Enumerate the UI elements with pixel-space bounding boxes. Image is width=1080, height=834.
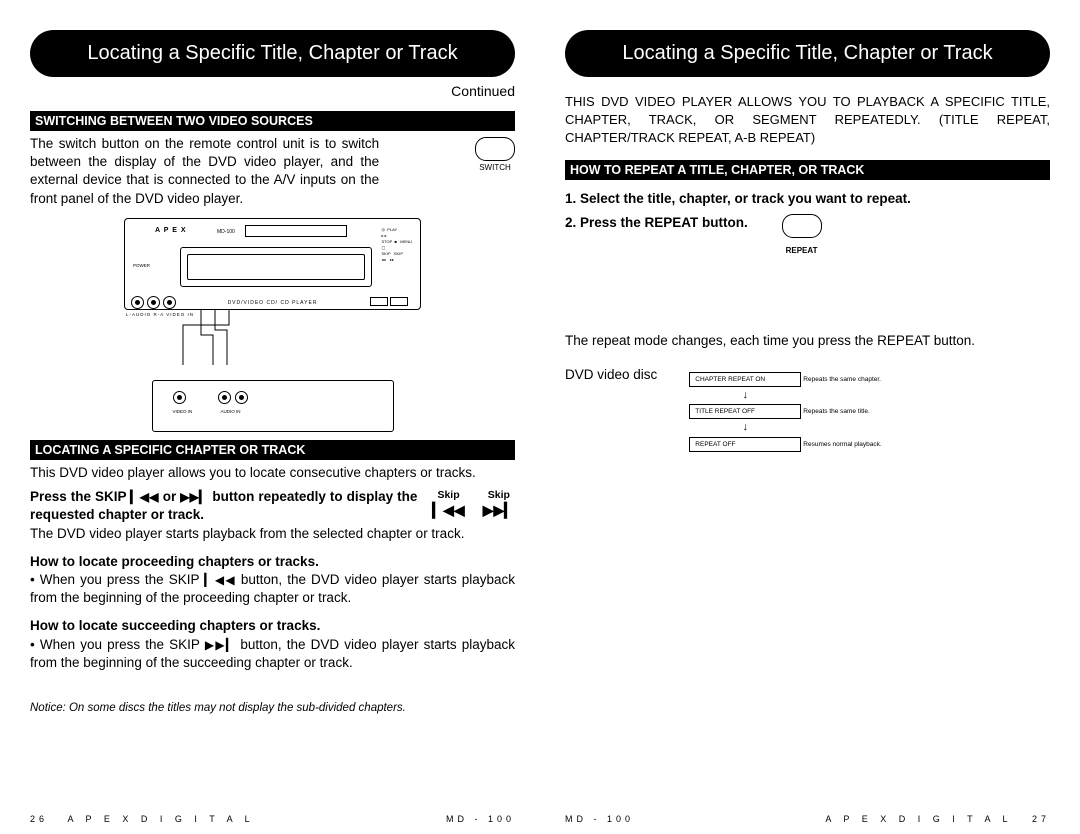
section-heading-repeat: HOW TO REPEAT A TITLE, CHAPTER, OR TRACK (565, 160, 1050, 180)
skip-result: The DVD video player starts playback fro… (30, 525, 515, 543)
skip-instruction: Skip▎◀◀ Skip▶▶▎ Press the SKIP ▎◀◀ or ▶▶… (30, 488, 515, 524)
sub2-body: • When you press the SKIP ▶▶▎ button, th… (30, 636, 515, 672)
footer-right: MD - 100 A P E X D I G I T A L 27 (565, 814, 1050, 824)
repeat-button-illustration: REPEAT (782, 214, 822, 258)
switching-body: SWITCH The switch button on the remote c… (30, 135, 515, 208)
notice: Notice: On some discs the titles may not… (30, 702, 515, 714)
sub1-body: • When you press the SKIP ▎◀◀ button, th… (30, 571, 515, 607)
disc-label: DVD video disc (565, 366, 657, 384)
external-device-diagram: VIDEO IN AUDIO IN (152, 380, 394, 432)
repeat-result: The repeat mode changes, each time you p… (565, 332, 1050, 350)
dvd-player-diagram: A P E X MD-100 POWER ◎ PLAY ▸ ▸ STOP ■ M… (124, 218, 421, 310)
locating-intro: This DVD video player allows you to loca… (30, 464, 515, 482)
section-heading-locating: LOCATING A SPECIFIC CHAPTER OR TRACK (30, 440, 515, 460)
skip-forward-icon: ▶▶▎ (483, 503, 515, 517)
sub1-heading: How to locate proceeding chapters or tra… (30, 553, 515, 571)
skip-back-icon: ▎◀◀ (432, 503, 464, 517)
page-right: Locating a Specific Title, Chapter or Tr… (565, 30, 1050, 824)
repeat-state-diagram: CHAPTER REPEAT ONRepeats the same chapte… (687, 370, 883, 453)
switch-label: SWITCH (475, 163, 515, 174)
page-title-left: Locating a Specific Title, Chapter or Tr… (30, 30, 515, 77)
av-connection-lines (30, 310, 515, 380)
sub2-heading: How to locate succeeding chapters or tra… (30, 617, 515, 635)
skip-buttons-diagram: Skip▎◀◀ Skip▶▶▎ (432, 488, 515, 517)
page-left: Locating a Specific Title, Chapter or Tr… (30, 30, 515, 824)
continued-label: Continued (30, 83, 515, 99)
section-heading-switching: SWITCHING BETWEEN TWO VIDEO SOURCES (30, 111, 515, 131)
repeat-intro: THIS DVD VIDEO PLAYER ALLOWS YOU TO PLAY… (565, 93, 1050, 148)
page-title-right: Locating a Specific Title, Chapter or Tr… (565, 30, 1050, 77)
repeat-step1: 1. Select the title, chapter, or track y… (565, 190, 1050, 208)
switch-button-illustration: SWITCH (475, 137, 515, 174)
repeat-step2: 2. Press the REPEAT button. REPEAT (565, 214, 1050, 258)
footer-left: 26 A P E X D I G I T A L MD - 100 (30, 814, 515, 824)
